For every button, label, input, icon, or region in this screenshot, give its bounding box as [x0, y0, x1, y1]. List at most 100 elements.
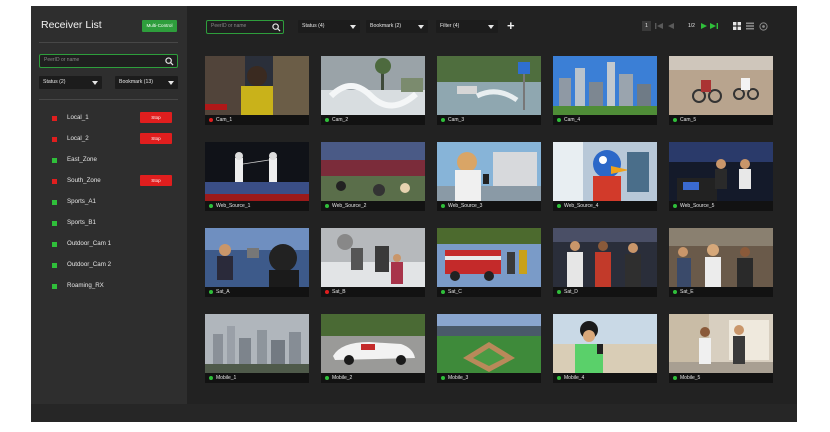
bookmark-filter-dropdown[interactable]: Bookmark (2) [366, 20, 428, 33]
current-page-box[interactable]: 1 [642, 21, 651, 31]
video-thumbnail[interactable] [321, 56, 425, 115]
receiver-item[interactable]: Local_2 Stop [52, 133, 182, 155]
receiver-item[interactable]: East_Zone [52, 155, 182, 176]
source-status-indicator [673, 204, 677, 208]
status-filter-dropdown[interactable]: Status (4) [298, 20, 360, 33]
source-tile[interactable]: Sat_B [321, 228, 425, 297]
source-tile[interactable]: Cam_3 [437, 56, 541, 125]
stop-button[interactable]: Stop [140, 112, 172, 123]
receiver-item[interactable]: Local_1 Stop [52, 112, 182, 134]
source-label-bar: Cam_4 [553, 115, 657, 125]
receiver-name: Local_1 [67, 114, 89, 121]
video-thumbnail[interactable] [205, 142, 309, 201]
app-window: Receiver List Multi-Control PeerID or na… [31, 6, 797, 422]
source-tile[interactable]: Web_Source_4 [553, 142, 657, 211]
last-page-icon[interactable] [710, 22, 718, 30]
source-tile[interactable]: Mobile_1 [205, 314, 309, 383]
video-thumbnail[interactable] [437, 314, 541, 373]
sidebar-divider [39, 99, 178, 100]
settings-icon[interactable] [759, 22, 768, 31]
source-status-indicator [557, 290, 561, 294]
source-tile[interactable]: Sat_C [437, 228, 541, 297]
filter-dropdown[interactable]: Filter (4) [436, 20, 498, 33]
receiver-name: South_Zone [67, 177, 101, 184]
stop-button[interactable]: Stop [140, 175, 172, 186]
source-tile[interactable]: Cam_1 [205, 56, 309, 125]
receiver-item[interactable]: Sports_B1 [52, 218, 182, 239]
list-view-icon[interactable] [746, 22, 754, 30]
receiver-item[interactable]: Outdoor_Cam 2 [52, 260, 182, 281]
video-thumbnail[interactable] [437, 142, 541, 201]
source-label-bar: Web_Source_4 [553, 201, 657, 211]
chevron-down-icon [418, 25, 424, 29]
source-tile[interactable]: Mobile_4 [553, 314, 657, 383]
receiver-name: Local_2 [67, 135, 89, 142]
video-thumbnail[interactable] [321, 314, 425, 373]
source-name: Cam_5 [680, 117, 697, 123]
source-tile[interactable]: Sat_E [669, 228, 773, 297]
source-name: Sat_E [680, 289, 694, 295]
video-thumbnail[interactable] [321, 228, 425, 287]
source-name: Web_Source_5 [680, 203, 715, 209]
video-thumbnail[interactable] [553, 56, 657, 115]
receiver-item[interactable]: Roaming_RX [52, 281, 182, 302]
source-tile[interactable]: Web_Source_3 [437, 142, 541, 211]
receiver-status-indicator [52, 263, 57, 268]
multi-control-button[interactable]: Multi-Control [142, 20, 177, 32]
source-label-bar: Sat_D [553, 287, 657, 297]
video-thumbnail[interactable] [437, 56, 541, 115]
video-thumbnail[interactable] [669, 142, 773, 201]
source-tile[interactable]: Cam_4 [553, 56, 657, 125]
receiver-status-indicator [52, 116, 57, 121]
stop-button[interactable]: Stop [140, 133, 172, 144]
video-thumbnail[interactable] [205, 314, 309, 373]
source-tile[interactable]: Web_Source_1 [205, 142, 309, 211]
receiver-item[interactable]: Outdoor_Cam 1 [52, 239, 182, 260]
source-status-indicator [325, 204, 329, 208]
source-tile[interactable]: Mobile_2 [321, 314, 425, 383]
source-tile[interactable]: Cam_2 [321, 56, 425, 125]
receiver-bookmark-dropdown[interactable]: Bookmark (13) [115, 76, 178, 89]
video-thumbnail[interactable] [669, 314, 773, 373]
source-tile[interactable]: Web_Source_2 [321, 142, 425, 211]
receiver-item[interactable]: Sports_A1 [52, 197, 182, 218]
sidebar-divider [39, 42, 178, 43]
source-tile[interactable]: Web_Source_5 [669, 142, 773, 211]
video-thumbnail[interactable] [205, 56, 309, 115]
bookmark-filter-label: Bookmark (2) [370, 23, 402, 29]
source-tile[interactable]: Sat_A [205, 228, 309, 297]
source-label-bar: Cam_5 [669, 115, 773, 125]
search-icon[interactable] [272, 23, 281, 32]
video-thumbnail[interactable] [553, 314, 657, 373]
source-label-bar: Mobile_4 [553, 373, 657, 383]
source-status-indicator [209, 118, 213, 122]
video-thumbnail[interactable] [669, 56, 773, 115]
video-thumbnail[interactable] [321, 142, 425, 201]
plus-icon[interactable]: + [507, 19, 515, 32]
source-tile[interactable]: Cam_5 [669, 56, 773, 125]
source-status-indicator [209, 204, 213, 208]
source-search-input[interactable]: PeerID or name [206, 20, 284, 34]
next-page-icon[interactable] [701, 22, 708, 30]
receiver-item[interactable]: South_Zone Stop [52, 175, 182, 197]
search-icon[interactable] [165, 57, 174, 66]
video-thumbnail[interactable] [553, 142, 657, 201]
receiver-name: East_Zone [67, 156, 97, 163]
video-thumbnail[interactable] [553, 228, 657, 287]
video-thumbnail[interactable] [669, 228, 773, 287]
receiver-status-dropdown[interactable]: Status (2) [39, 76, 102, 89]
source-tile[interactable]: Mobile_5 [669, 314, 773, 383]
source-tile[interactable]: Sat_D [553, 228, 657, 297]
source-label-bar: Web_Source_2 [321, 201, 425, 211]
source-status-indicator [441, 204, 445, 208]
receiver-sidebar: Receiver List Multi-Control PeerID or na… [31, 6, 187, 404]
receiver-name: Roaming_RX [67, 282, 104, 289]
prev-page-icon[interactable] [667, 22, 674, 30]
receiver-search-input[interactable]: PeerID or name [39, 54, 178, 68]
grid-view-icon[interactable] [733, 22, 741, 30]
video-thumbnail[interactable] [437, 228, 541, 287]
first-page-icon[interactable] [655, 22, 663, 30]
video-thumbnail[interactable] [205, 228, 309, 287]
source-tile[interactable]: Mobile_3 [437, 314, 541, 383]
status-filter-label: Status (2) [43, 79, 66, 85]
